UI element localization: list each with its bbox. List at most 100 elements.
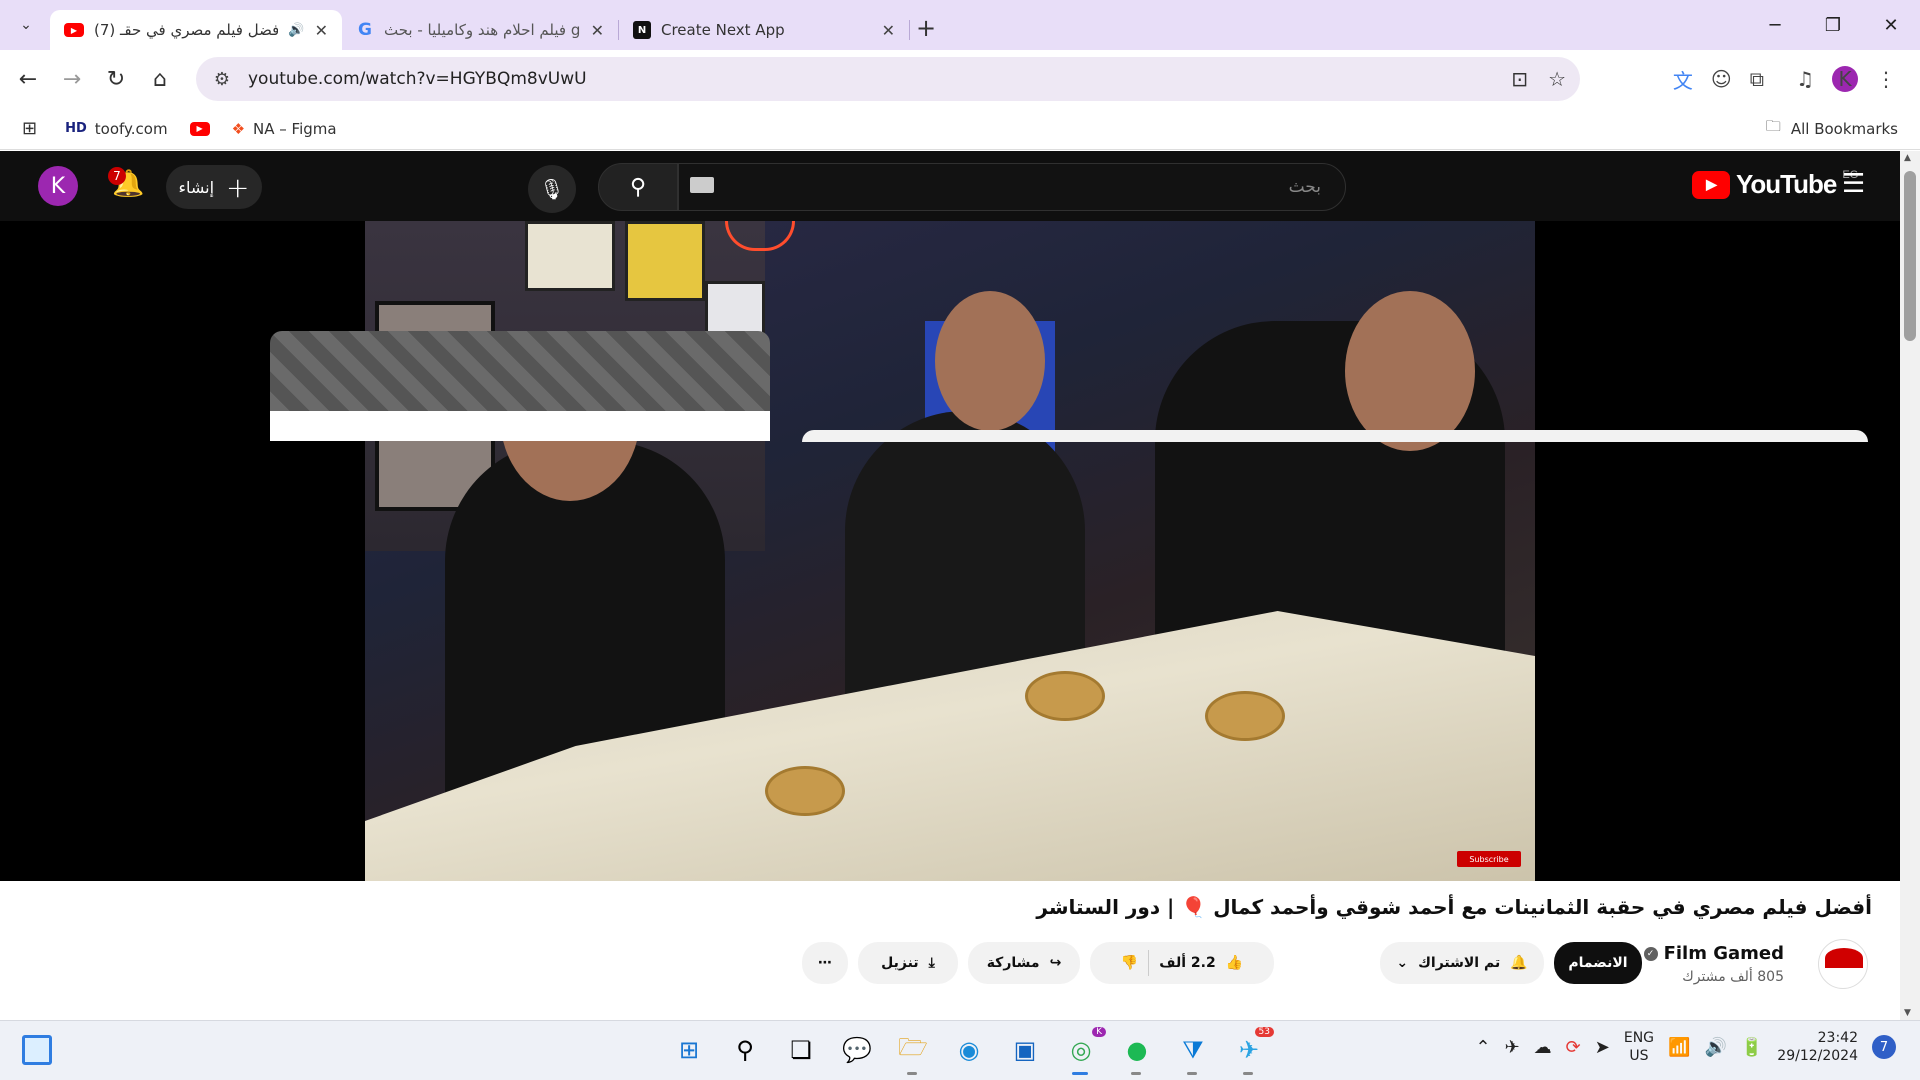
bookmark-youtube[interactable]: ▶ xyxy=(189,121,210,136)
teams-chat-icon[interactable]: 💬 xyxy=(836,1029,878,1071)
restore-icon[interactable]: ❐ xyxy=(1804,0,1862,50)
all-bookmarks-label: All Bookmarks xyxy=(1790,119,1898,138)
start-windows-icon[interactable]: ⊞ xyxy=(668,1029,710,1071)
notification-badge[interactable]: 7 xyxy=(1872,1035,1896,1059)
speaker-icon[interactable]: 🔊 xyxy=(288,23,304,38)
download-label: تنزيل xyxy=(881,955,919,971)
subscribe-watermark[interactable]: Subscribe xyxy=(1457,851,1521,867)
onedrive-icon[interactable]: ☁ xyxy=(1534,1037,1552,1058)
language-indicator[interactable]: ENG US xyxy=(1624,1029,1654,1065)
tab-google-search[interactable]: G فيلم احلام هند وكاميليا - بحث gle ✕ xyxy=(342,10,618,50)
extensions-area: 文 ☺ ⧉ ♫ K ⋮ xyxy=(1673,57,1896,101)
sync-icon[interactable]: ⟳ xyxy=(1566,1037,1581,1058)
windows-taskbar: ⊞ ⚲ ❏ 💬 🗁 ◉ ▣ ◎ K ● ⧩ ✈ 53 ⌃ ✈ ☁ ⟳ ➤ ENG U… xyxy=(0,1020,1920,1080)
create-label: إنشاء xyxy=(178,177,215,197)
search-button[interactable]: ⚲ xyxy=(598,163,678,211)
keyboard-icon[interactable] xyxy=(690,177,714,193)
video-title: أفضل فيلم مصري في حقبة الثمانينات مع أحم… xyxy=(1036,895,1872,919)
subscribed-button[interactable]: ⌄ تم الاشتراك 🔔 xyxy=(1380,942,1544,984)
profile-avatar[interactable]: K xyxy=(1832,66,1858,92)
channel-name[interactable]: ✓ Film Gamed xyxy=(1643,943,1784,964)
like-dislike-group: 👎 2.2 ألف 👍 xyxy=(1090,942,1274,984)
tab-youtube[interactable]: ▶ (7) أفضل فيلم مصري في حقـ 🔊 ✕ xyxy=(50,10,342,50)
minimize-icon[interactable]: ─ xyxy=(1746,0,1804,50)
location-icon[interactable]: ➤ xyxy=(1595,1037,1610,1058)
apps-grid-icon[interactable]: ⊞ xyxy=(22,118,37,139)
like-icon[interactable]: 👍 xyxy=(1226,955,1243,971)
more-actions-button[interactable]: ⋯ xyxy=(802,942,848,984)
spotify-icon[interactable]: ● xyxy=(1116,1029,1158,1075)
all-bookmarks-button[interactable]: 🗀 All Bookmarks xyxy=(1766,116,1898,141)
wall-poster xyxy=(625,221,705,301)
new-tab-button[interactable]: + xyxy=(910,12,942,44)
scroll-down-icon[interactable]: ▼ xyxy=(1904,1008,1911,1018)
translate-icon[interactable]: 文 xyxy=(1673,65,1693,94)
close-tab-icon[interactable]: ✕ xyxy=(591,21,604,40)
close-tab-icon[interactable]: ✕ xyxy=(315,21,328,40)
voice-search-mic-icon[interactable]: 🎙 xyxy=(528,165,576,213)
address-bar[interactable]: ⚙ youtube.com/watch?v=HGYBQm8vUwU ⊡ ☆ xyxy=(196,57,1580,101)
description-box[interactable] xyxy=(802,430,1868,442)
language-code: ENG xyxy=(1623,1030,1655,1046)
toofy-icon: HD xyxy=(65,121,87,136)
reload-icon[interactable]: ↻ xyxy=(94,57,138,101)
chrome-icon[interactable]: ◎ K xyxy=(1060,1027,1106,1075)
download-button[interactable]: تنزيل ⤓ xyxy=(858,942,958,984)
youtube-icon: ▶ xyxy=(64,23,84,37)
menu-kebab-icon[interactable]: ⋮ xyxy=(1876,67,1896,91)
scrollbar-thumb[interactable] xyxy=(1904,171,1916,341)
back-icon[interactable]: ← xyxy=(6,57,50,101)
channel-avatar[interactable] xyxy=(1818,939,1868,989)
search-icon: ⚲ xyxy=(629,174,647,200)
extension-avatar-icon[interactable]: ☺ xyxy=(1711,67,1732,91)
home-icon[interactable]: ⌂ xyxy=(138,57,182,101)
account-avatar[interactable]: K xyxy=(38,166,78,206)
wifi-icon[interactable]: 📶 xyxy=(1668,1037,1690,1058)
microsoft-store-icon[interactable]: ▣ xyxy=(1004,1029,1046,1071)
tab-create-next-app[interactable]: N Create Next App ✕ xyxy=(619,10,909,50)
coaster xyxy=(1205,691,1285,741)
forward-icon[interactable]: → xyxy=(50,57,94,101)
telegram-tray-icon[interactable]: ✈ xyxy=(1505,1037,1520,1058)
install-app-icon[interactable]: ⊡ xyxy=(1511,67,1528,91)
join-button[interactable]: الانضمام xyxy=(1554,942,1642,984)
guide-menu-icon[interactable]: ☰ xyxy=(1842,169,1865,199)
wall-poster xyxy=(525,221,615,291)
video-player[interactable]: Subscribe xyxy=(365,221,1535,881)
file-explorer-icon[interactable]: 🗁 xyxy=(892,1029,934,1075)
chevron-down-icon: ⌄ xyxy=(1396,955,1409,971)
create-button[interactable]: إنشاء + xyxy=(166,165,262,209)
tab-title: (7) أفضل فيلم مصري في حقـ xyxy=(94,21,279,39)
widgets-icon[interactable] xyxy=(22,1035,52,1065)
page-scrollbar[interactable]: ▲ ▼ xyxy=(1900,151,1920,1020)
battery-icon[interactable]: 🔋 xyxy=(1741,1037,1763,1058)
coaster xyxy=(765,766,845,816)
chevron-up-icon[interactable]: ⌃ xyxy=(1475,1037,1490,1058)
bookmarks-bar: ⊞ HD toofy.com ▶ ❖ NA – Figma 🗀 All Book… xyxy=(0,108,1920,150)
media-control-icon[interactable]: ♫ xyxy=(1796,67,1814,91)
task-view-icon[interactable]: ❏ xyxy=(780,1029,822,1071)
dislike-icon[interactable]: 👎 xyxy=(1121,955,1138,971)
bookmark-toofy[interactable]: HD toofy.com xyxy=(65,120,167,138)
vscode-icon[interactable]: ⧩ xyxy=(1172,1029,1214,1075)
bookmark-star-icon[interactable]: ☆ xyxy=(1548,67,1566,91)
tab-strip: ⌄ ▶ (7) أفضل فيلم مصري في حقـ 🔊 ✕ G فيلم… xyxy=(0,0,1920,50)
sidebar-ad-thumbnail[interactable] xyxy=(270,331,770,411)
clock[interactable]: 23:42 29/12/2024 xyxy=(1777,1029,1858,1065)
close-tab-icon[interactable]: ✕ xyxy=(882,21,895,40)
url-text[interactable]: youtube.com/watch?v=HGYBQm8vUwU xyxy=(248,69,587,89)
extensions-puzzle-icon[interactable]: ⧉ xyxy=(1750,67,1764,91)
close-window-icon[interactable]: ✕ xyxy=(1862,0,1920,50)
site-info-icon[interactable]: ⚙ xyxy=(204,69,240,90)
like-count[interactable]: 2.2 ألف xyxy=(1159,955,1215,971)
search-input[interactable]: بحث xyxy=(678,163,1346,211)
youtube-logo[interactable]: ▶ YouTube EG xyxy=(1692,169,1858,200)
volume-icon[interactable]: 🔊 xyxy=(1704,1037,1726,1058)
tab-search-button[interactable]: ⌄ xyxy=(8,7,44,43)
telegram-icon[interactable]: ✈ 53 xyxy=(1228,1027,1274,1075)
bookmark-figma[interactable]: ❖ NA – Figma xyxy=(232,120,337,138)
edge-icon[interactable]: ◉ xyxy=(948,1029,990,1071)
scroll-up-icon[interactable]: ▲ xyxy=(1904,153,1911,163)
search-icon[interactable]: ⚲ xyxy=(724,1029,766,1071)
share-button[interactable]: مشاركة ↪ xyxy=(968,942,1080,984)
